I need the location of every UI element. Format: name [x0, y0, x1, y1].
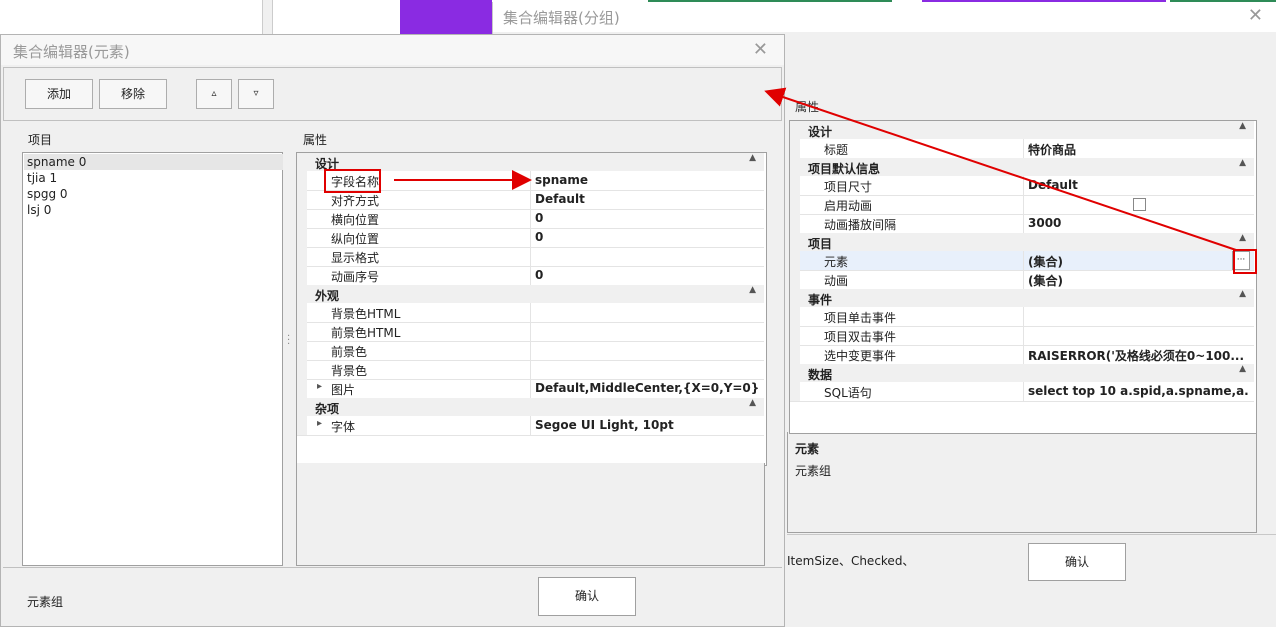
annotation-arrow [764, 87, 1237, 251]
annotation-arrows [394, 87, 1237, 251]
